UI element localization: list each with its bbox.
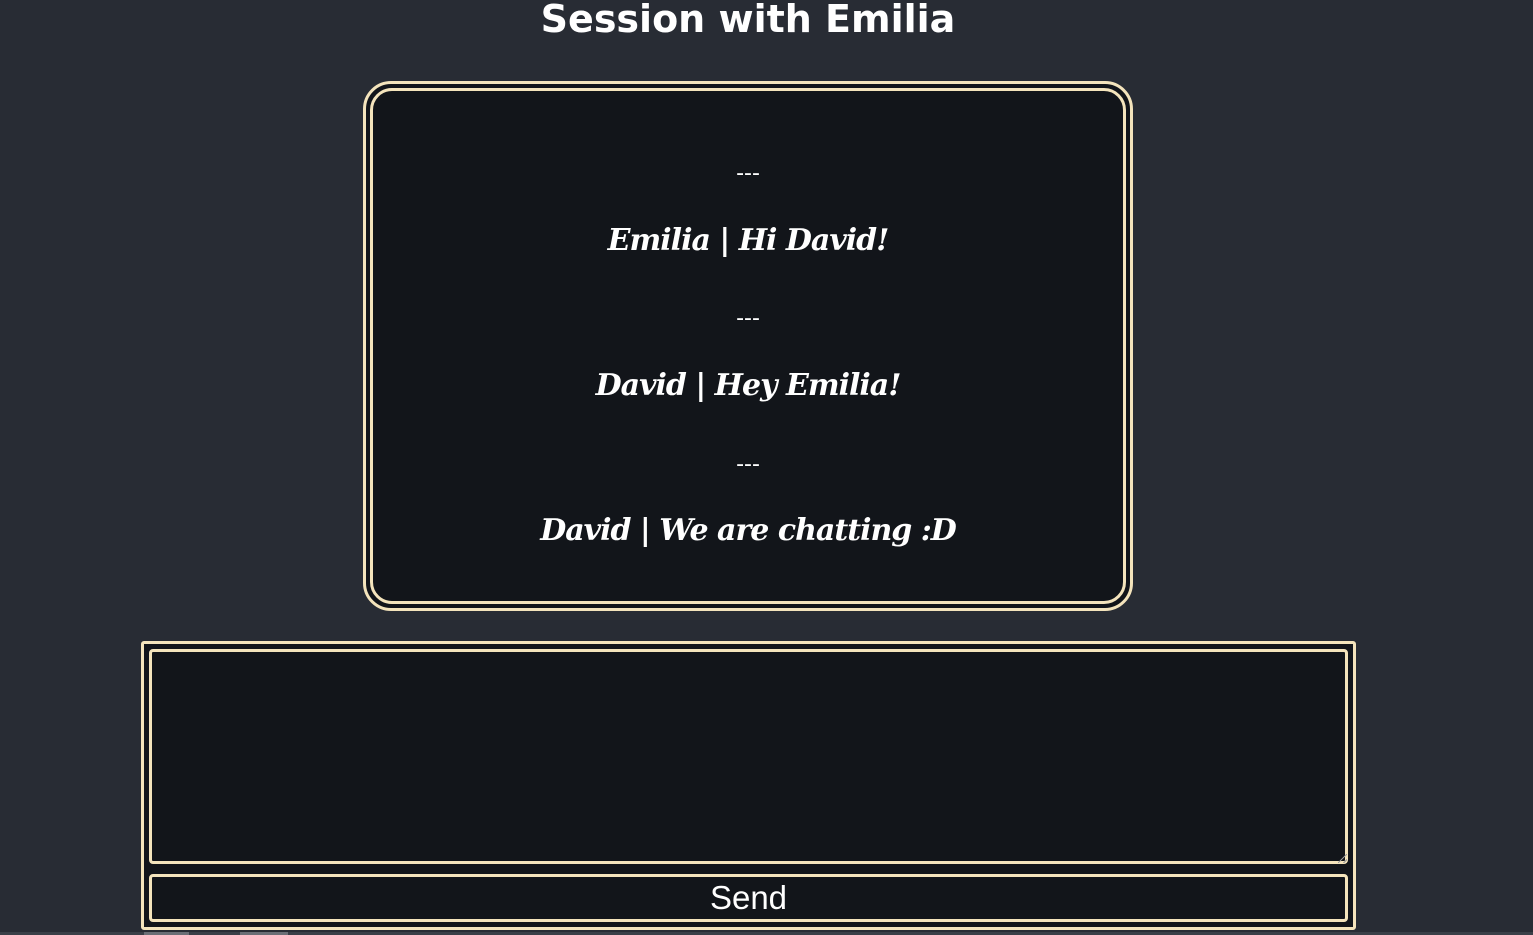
message-separator: --- [736,161,760,186]
chat-history-inner-frame: --- Emilia | Hi David! --- David | Hey E… [370,88,1126,604]
compose-form: Send [141,641,1356,930]
send-button[interactable]: Send [149,874,1348,922]
chat-history-panel[interactable]: --- Emilia | Hi David! --- David | Hey E… [363,81,1133,611]
message-separator: --- [736,306,760,331]
page-title: Session with Emilia [540,0,956,41]
message-separator: --- [736,452,760,477]
message-input[interactable] [149,649,1348,864]
chat-message: David | Hey Emilia! [595,368,902,403]
chat-message: David | We are chatting :D [540,513,957,548]
chat-message: Emilia | Hi David! [607,223,890,258]
